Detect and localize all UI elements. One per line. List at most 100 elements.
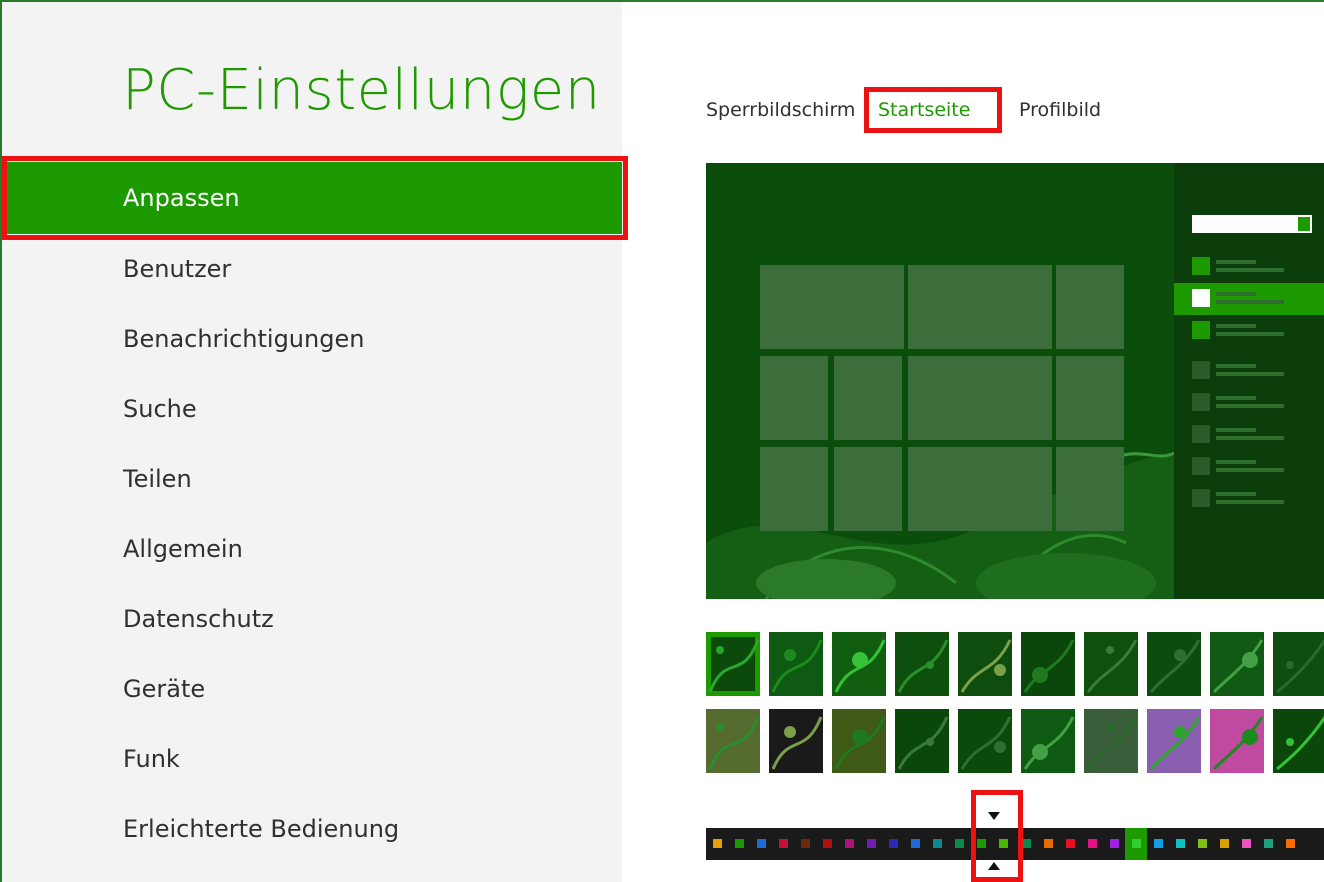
nav-item-benutzer[interactable]: Benutzer <box>2 234 622 304</box>
nav-item-datenschutz[interactable]: Datenschutz <box>2 584 622 654</box>
color-swatch-chip <box>889 839 899 848</box>
color-swatch[interactable] <box>816 828 838 860</box>
pattern-thumbnail[interactable] <box>1147 709 1201 773</box>
nav-item-anpassen[interactable]: Anpassen <box>2 162 622 234</box>
pattern-thumbnail[interactable] <box>832 632 886 696</box>
color-swatch[interactable] <box>1037 828 1059 860</box>
pattern-thumbnail[interactable] <box>1210 709 1264 773</box>
preview-charm-row <box>1174 451 1324 483</box>
tab-sperrbildschirm[interactable]: Sperrbildschirm <box>706 99 855 121</box>
color-swatch[interactable] <box>949 828 971 860</box>
pattern-thumbnail[interactable] <box>1273 632 1324 696</box>
color-swatch-chip <box>712 839 722 848</box>
color-swatch[interactable] <box>1081 828 1103 860</box>
color-swatch-chip <box>1087 839 1097 848</box>
color-swatch-chip <box>955 839 965 848</box>
nav-item-geraete[interactable]: Geräte <box>2 654 622 724</box>
color-swatch[interactable] <box>750 828 772 860</box>
color-swatch[interactable] <box>1258 828 1280 860</box>
preview-charm-pane <box>1174 163 1324 599</box>
preview-charm-row <box>1174 315 1324 347</box>
color-swatch[interactable] <box>1236 828 1258 860</box>
nav-item-funk[interactable]: Funk <box>2 724 622 794</box>
pattern-thumbnail[interactable] <box>958 709 1012 773</box>
tab-profilbild[interactable]: Profilbild <box>1019 99 1101 121</box>
pattern-thumbnail[interactable] <box>1021 709 1075 773</box>
preview-tile <box>1056 265 1124 349</box>
color-swatch-chip <box>1043 839 1053 848</box>
preview-charm-row-selected <box>1174 283 1324 315</box>
nav-item-allgemein[interactable]: Allgemein <box>2 514 622 584</box>
color-swatch[interactable] <box>927 828 949 860</box>
preview-tile <box>1056 447 1124 531</box>
pattern-thumbnail[interactable] <box>769 632 823 696</box>
nav-item-teilen[interactable]: Teilen <box>2 444 622 514</box>
pattern-thumbnail[interactable] <box>1210 632 1264 696</box>
pattern-thumbnail[interactable] <box>1021 632 1075 696</box>
preview-charm-row <box>1174 251 1324 283</box>
color-swatch-chip <box>1198 839 1208 848</box>
color-swatch[interactable] <box>1192 828 1214 860</box>
color-slider-bottom-arrow-icon[interactable] <box>988 862 1000 870</box>
color-swatch-chip <box>800 839 810 848</box>
highlight-box-tab <box>864 87 1002 133</box>
color-swatch[interactable] <box>883 828 905 860</box>
pattern-thumbnail[interactable] <box>706 709 760 773</box>
color-swatch-chip <box>1286 839 1296 848</box>
color-swatch-chip <box>778 839 788 848</box>
page-title: PC-Einstellungen <box>122 58 601 123</box>
nav-item-erleichterte-bedienung[interactable]: Erleichterte Bedienung <box>2 794 622 864</box>
preview-tile <box>760 356 828 440</box>
pattern-thumbnail[interactable] <box>706 632 760 696</box>
pattern-thumbnail[interactable] <box>1147 632 1201 696</box>
color-swatch[interactable] <box>772 828 794 860</box>
color-swatch-chip <box>1176 839 1186 848</box>
color-swatch[interactable] <box>861 828 883 860</box>
color-swatch[interactable] <box>1170 828 1192 860</box>
color-swatch[interactable] <box>1125 828 1148 860</box>
preview-tile <box>908 265 1052 349</box>
pattern-thumbnail[interactable] <box>1084 632 1138 696</box>
pattern-thumbnail[interactable] <box>958 632 1012 696</box>
pattern-thumbnail[interactable] <box>769 709 823 773</box>
pattern-thumbnail[interactable] <box>1084 709 1138 773</box>
preview-tile <box>760 265 904 349</box>
preview-charm-row <box>1174 419 1324 451</box>
color-swatch[interactable] <box>1147 828 1169 860</box>
color-swatch[interactable] <box>1103 828 1125 860</box>
start-screen-preview <box>706 163 1324 599</box>
preview-charm-row <box>1174 355 1324 387</box>
color-swatch[interactable] <box>794 828 816 860</box>
pattern-thumbnail[interactable] <box>1273 709 1324 773</box>
color-swatch-chip <box>756 839 766 848</box>
preview-charm-row <box>1174 483 1324 515</box>
color-slider-top-arrow-icon[interactable] <box>988 812 1000 820</box>
preview-tile <box>908 447 1052 531</box>
color-swatch-chip <box>1242 839 1252 848</box>
pattern-thumbnail[interactable] <box>895 709 949 773</box>
preview-tile <box>834 447 902 531</box>
color-swatch-chip <box>1131 839 1141 848</box>
preview-tile <box>834 356 902 440</box>
color-swatch[interactable] <box>1214 828 1236 860</box>
nav-item-suche[interactable]: Suche <box>2 374 622 444</box>
preview-tile <box>760 447 828 531</box>
color-swatch-chip <box>1220 839 1230 848</box>
settings-sidebar: PC-Einstellungen Anpassen Benutzer Benac… <box>2 2 622 882</box>
color-swatch[interactable] <box>728 828 750 860</box>
preview-tile <box>908 356 1052 440</box>
color-swatch-chip <box>734 839 744 848</box>
nav-item-benachrichtigungen[interactable]: Benachrichtigungen <box>2 304 622 374</box>
color-swatch-chip <box>822 839 832 848</box>
background-pattern-picker <box>706 632 1324 778</box>
color-swatch-chip <box>933 839 943 848</box>
preview-search-box <box>1192 215 1312 233</box>
color-swatch[interactable] <box>1280 828 1302 860</box>
pattern-thumbnail[interactable] <box>895 632 949 696</box>
color-swatch[interactable] <box>905 828 927 860</box>
pattern-thumbnail[interactable] <box>832 709 886 773</box>
color-swatch[interactable] <box>706 828 728 860</box>
color-swatch[interactable] <box>1059 828 1081 860</box>
preview-tile <box>1056 356 1124 440</box>
color-swatch[interactable] <box>838 828 860 860</box>
